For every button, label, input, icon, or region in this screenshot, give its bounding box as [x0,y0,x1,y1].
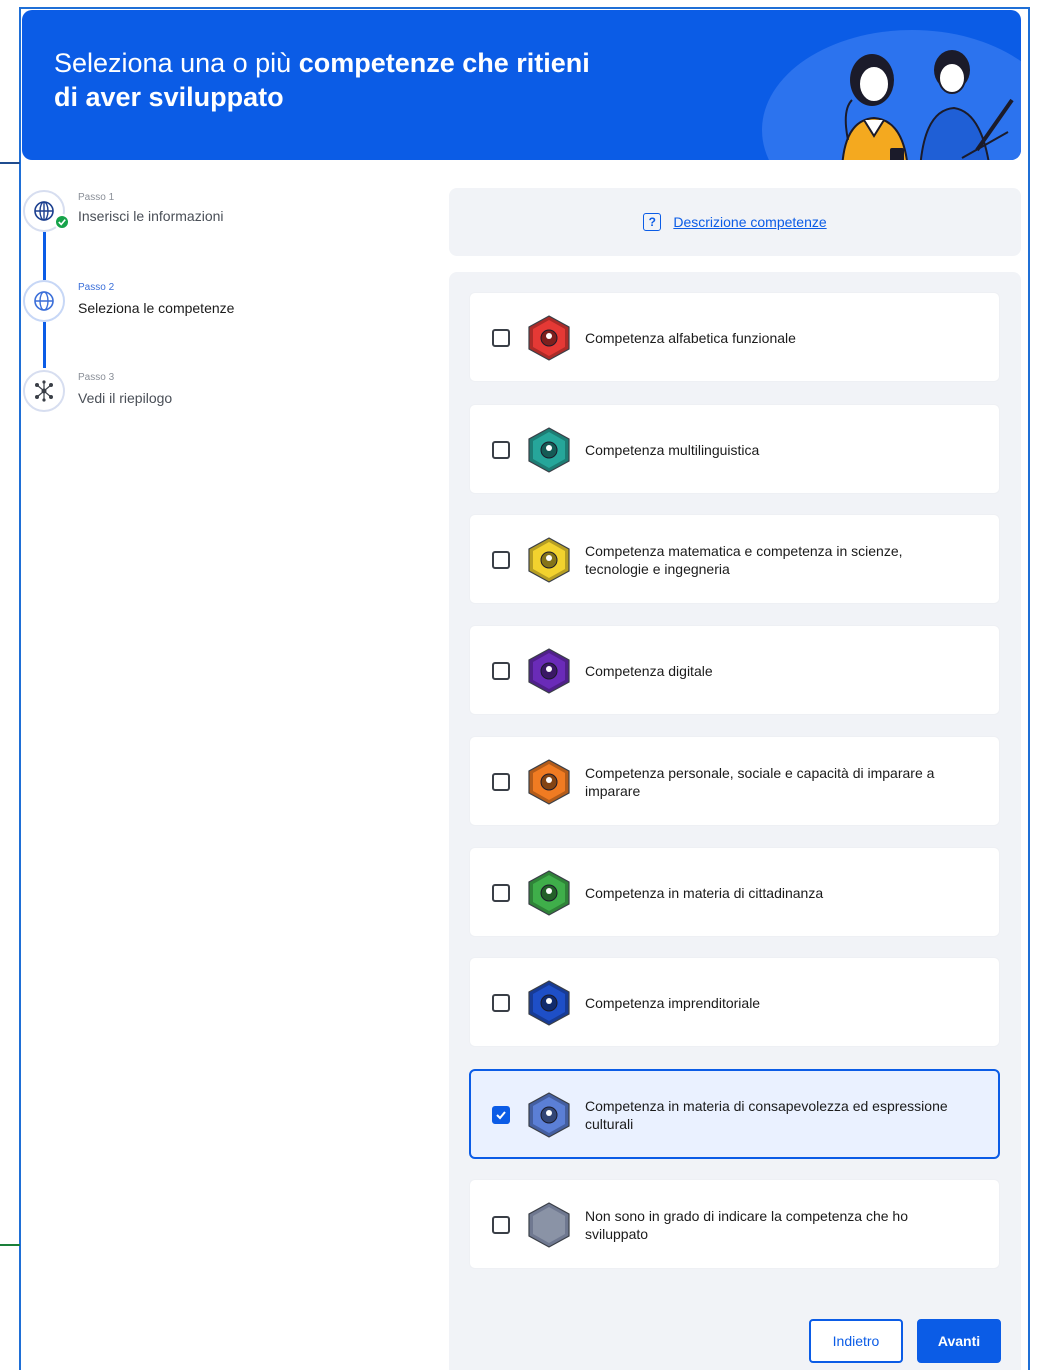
stepper-connector [43,232,46,280]
competence-card[interactable]: Competenza multilinguistica [469,404,1000,494]
competence-card[interactable]: Competenza in materia di cittadinanza [469,847,1000,937]
competence-card[interactable]: Competenza personale, sociale e capacità… [469,736,1000,826]
competence-badge-icon [528,315,570,361]
title-regular-text: Seleziona una o più [54,48,299,78]
competence-checkbox[interactable] [492,994,510,1012]
description-link[interactable]: Descrizione competenze [673,214,826,230]
competence-card[interactable]: Competenza matematica e competenza in sc… [469,514,1000,604]
competence-card[interactable]: Competenza digitale [469,625,1000,715]
people-illustration [841,50,1014,160]
competence-badge-icon [528,759,570,805]
competence-checkbox[interactable] [492,329,510,347]
competence-card[interactable]: Non sono in grado di indicare la compete… [469,1179,1000,1269]
competence-badge-icon [528,980,570,1026]
frame-top-border [19,7,1030,9]
competence-badge-icon [528,870,570,916]
check-icon [496,1111,506,1120]
competence-label: Non sono in grado di indicare la compete… [585,1208,908,1242]
competence-checkbox[interactable] [492,551,510,569]
step-3-circle [23,370,65,412]
step-1-number: Passo 1 [78,192,115,203]
competence-label: Competenza in materia di cittadinanza [585,885,824,901]
competence-label: Competenza in materia di consapevolezza … [585,1098,948,1132]
step-2-circle [23,280,65,322]
network-icon [35,380,53,402]
step-1-label: Inserisci le informazioni [78,208,224,224]
competence-label: Competenza alfabetica funzionale [585,330,796,346]
competence-badge-icon [528,537,570,583]
description-box: ? Descrizione competenze [449,188,1021,256]
competence-label: Competenza matematica e competenza in sc… [585,543,903,577]
step-2-number: Passo 2 [78,282,115,293]
competence-label: Competenza multilinguistica [585,442,760,458]
competence-badge-icon [528,1202,570,1248]
step-3-label: Vedi il riepilogo [78,390,173,406]
competence-badge-icon [528,648,570,694]
info-icon: ? [643,213,662,231]
competence-checkbox[interactable] [492,1216,510,1234]
title-bold-text: di aver sviluppato [54,82,284,112]
competence-label: Competenza digitale [585,663,713,679]
frame-right-border [1028,8,1030,1370]
competence-card[interactable]: Competenza alfabetica funzionale [469,292,1000,382]
back-button[interactable]: Indietro [809,1319,903,1363]
title-bold-text: competenze che ritieni [298,48,590,78]
competence-checkbox[interactable] [492,884,510,902]
next-button[interactable]: Avanti [917,1319,1001,1363]
competence-label: Competenza imprenditoriale [585,995,761,1011]
competence-badge-icon [528,427,570,473]
competence-badge-icon [528,1092,570,1138]
frame-left-border [19,8,21,1370]
edge-marker [0,1244,20,1246]
stepper-connector [43,322,46,368]
header-banner: Seleziona una o più competenze che ritie… [22,10,1021,160]
competence-checkbox[interactable] [492,1106,510,1124]
competence-checkbox[interactable] [492,773,510,791]
page-title: Seleziona una o più competenze che ritie… [54,46,674,114]
completed-check-icon [54,214,70,230]
globe-icon [34,201,54,221]
competence-checkbox[interactable] [492,441,510,459]
globe-icon [34,291,54,311]
competence-label: Competenza personale, sociale e capacità… [585,765,935,799]
step-2-label: Seleziona le competenze [78,300,235,316]
competence-card[interactable]: Competenza in materia di consapevolezza … [469,1069,1000,1159]
edge-marker [0,162,20,164]
competence-card[interactable]: Competenza imprenditoriale [469,957,1000,1047]
step-3-number: Passo 3 [78,372,115,383]
competence-checkbox[interactable] [492,662,510,680]
